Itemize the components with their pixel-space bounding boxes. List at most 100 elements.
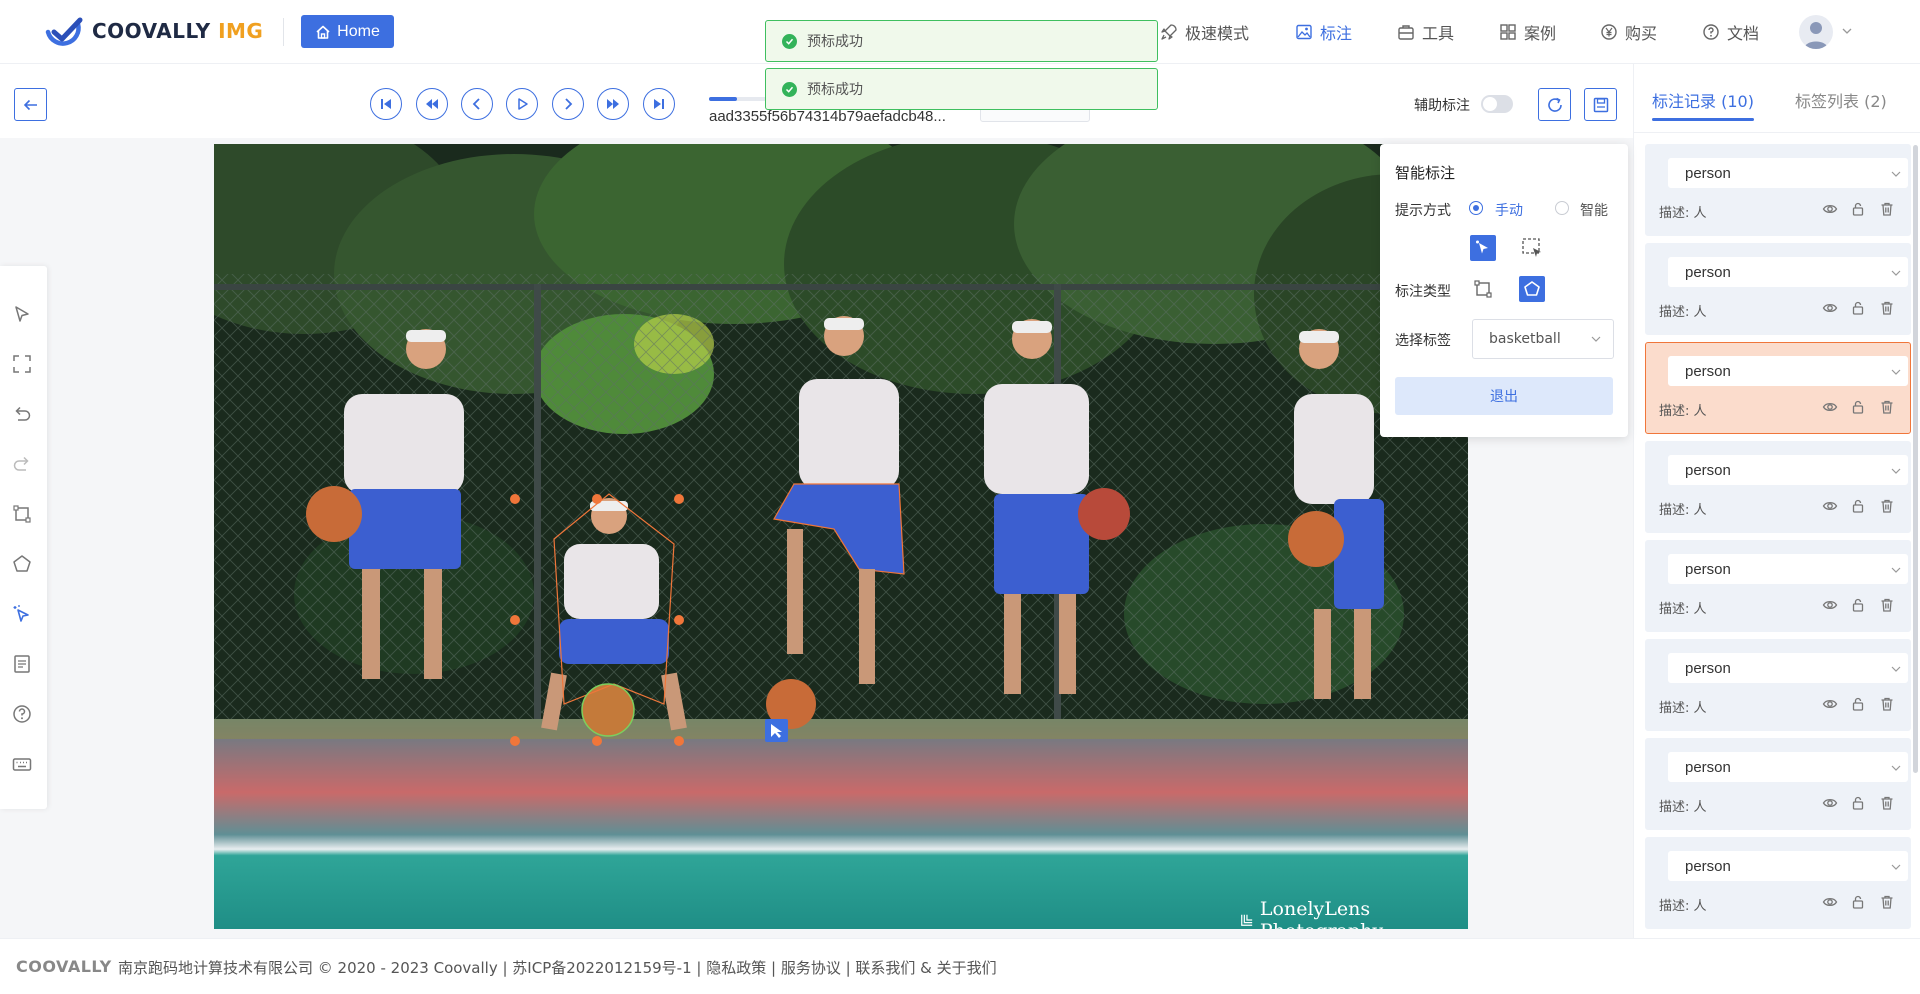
undo-icon	[15, 406, 31, 421]
arrow-left-icon	[23, 99, 37, 110]
polygon-tool[interactable]	[10, 552, 34, 576]
record-label-select[interactable]: person	[1668, 851, 1908, 881]
next-button[interactable]	[552, 88, 584, 120]
select-tool[interactable]	[10, 302, 34, 326]
lock-icon[interactable]	[1850, 201, 1866, 217]
brand-logo[interactable]: COOVALLY IMG	[44, 14, 263, 48]
record-label-select[interactable]: person	[1668, 455, 1908, 485]
annotated-image[interactable]: LonelyLens Photography	[214, 144, 1468, 929]
annotation-record-card[interactable]: person 描述: 人	[1645, 441, 1911, 533]
trash-icon[interactable]	[1879, 795, 1895, 811]
refresh-button[interactable]	[1538, 88, 1571, 121]
lock-icon[interactable]	[1850, 300, 1866, 316]
nav-tools[interactable]: 工具	[1397, 20, 1454, 44]
footer-text[interactable]: 南京跑码地计算技术有限公司 © 2020 - 2023 Coovally | 苏…	[118, 957, 997, 978]
record-label-select[interactable]: person	[1668, 653, 1908, 683]
point-prompt-tool[interactable]	[1470, 235, 1496, 261]
trash-icon[interactable]	[1879, 894, 1895, 910]
eye-icon[interactable]	[1822, 300, 1838, 316]
record-label-select[interactable]: person	[1668, 257, 1908, 287]
home-button[interactable]: Home	[301, 15, 394, 48]
undo-tool[interactable]	[10, 402, 34, 426]
nav-cases[interactable]: 案例	[1499, 20, 1556, 44]
tab-annotation-records[interactable]: 标注记录 (10)	[1652, 88, 1754, 112]
fit-screen-tool[interactable]	[10, 352, 34, 376]
page-footer: COOVALLY 南京跑码地计算技术有限公司 © 2020 - 2023 Coo…	[0, 938, 1920, 994]
record-label-select[interactable]: person	[1668, 158, 1908, 188]
user-icon	[1804, 22, 1828, 49]
bbox-type-tool[interactable]	[1470, 276, 1496, 302]
tab-label-list[interactable]: 标签列表 (2)	[1795, 88, 1887, 112]
box-prompt-tool[interactable]	[1519, 235, 1545, 261]
polygon-type-tool[interactable]	[1519, 276, 1545, 302]
first-frame-button[interactable]	[370, 88, 402, 120]
fast-forward-button[interactable]	[597, 88, 629, 120]
lock-icon[interactable]	[1850, 498, 1866, 514]
chevron-left-icon	[472, 98, 480, 110]
record-label-select[interactable]: person	[1668, 554, 1908, 584]
polygon-icon	[1524, 281, 1540, 296]
last-frame-button[interactable]	[643, 88, 675, 120]
record-label-select[interactable]: person	[1668, 356, 1908, 386]
annotation-record-card[interactable]: person 描述: 人	[1645, 738, 1911, 830]
annotation-record-card[interactable]: person 描述: 人	[1645, 342, 1911, 434]
lock-icon[interactable]	[1850, 597, 1866, 613]
user-avatar[interactable]	[1799, 15, 1833, 49]
previous-button[interactable]	[461, 88, 493, 120]
lock-icon[interactable]	[1850, 795, 1866, 811]
eye-icon[interactable]	[1822, 498, 1838, 514]
tag-select[interactable]: basketball	[1472, 319, 1614, 359]
record-label-select[interactable]: person	[1668, 752, 1908, 782]
nav-annotate[interactable]: 标注	[1295, 20, 1352, 44]
eye-icon[interactable]	[1822, 795, 1838, 811]
prompt-manual-label[interactable]: 手动	[1495, 200, 1523, 220]
scene-illustration	[214, 144, 1468, 929]
chevron-down-icon	[1591, 336, 1601, 342]
back-button[interactable]	[14, 88, 47, 121]
grid-icon	[1500, 24, 1516, 40]
eye-icon[interactable]	[1822, 894, 1838, 910]
annotation-record-card[interactable]: person 描述: 人	[1645, 243, 1911, 335]
shortcuts-tool[interactable]	[10, 752, 34, 776]
save-button[interactable]	[1584, 88, 1617, 121]
trash-icon[interactable]	[1879, 300, 1895, 316]
lock-icon[interactable]	[1850, 399, 1866, 415]
smart-annotate-tool[interactable]	[10, 602, 34, 626]
eye-icon[interactable]	[1822, 201, 1838, 217]
lock-icon[interactable]	[1850, 894, 1866, 910]
nav-buy[interactable]: 购买	[1600, 20, 1657, 44]
trash-icon[interactable]	[1879, 696, 1895, 712]
trash-icon[interactable]	[1879, 498, 1895, 514]
rectangle-tool[interactable]	[10, 502, 34, 526]
exit-smart-button[interactable]: 退出	[1395, 377, 1613, 415]
trash-icon[interactable]	[1879, 201, 1895, 217]
bounding-box-icon	[1474, 280, 1492, 298]
annotation-record-card[interactable]: person 描述: 人	[1645, 540, 1911, 632]
record-list-scrollbar[interactable]	[1913, 145, 1918, 773]
notes-tool[interactable]	[10, 652, 34, 676]
annotation-record-card[interactable]: person 描述: 人	[1645, 639, 1911, 731]
help-tool[interactable]	[10, 702, 34, 726]
nav-label: 案例	[1524, 24, 1557, 43]
prompt-smart-radio[interactable]	[1555, 201, 1569, 215]
nav-speed-mode[interactable]: 极速模式	[1160, 20, 1249, 44]
help-icon	[1703, 24, 1719, 40]
chevron-down-icon[interactable]	[1842, 27, 1852, 35]
nav-docs[interactable]: 文档	[1702, 20, 1759, 44]
eye-icon[interactable]	[1822, 696, 1838, 712]
assist-annotation-toggle[interactable]	[1481, 95, 1513, 113]
lock-icon[interactable]	[1850, 696, 1866, 712]
eye-icon[interactable]	[1822, 399, 1838, 415]
redo-tool[interactable]	[10, 452, 34, 476]
chevron-down-icon	[1891, 864, 1901, 870]
prompt-smart-label[interactable]: 智能	[1580, 200, 1608, 220]
eye-icon[interactable]	[1822, 597, 1838, 613]
trash-icon[interactable]	[1879, 399, 1895, 415]
rewind-button[interactable]	[416, 88, 448, 120]
annotation-record-card[interactable]: person 描述: 人	[1645, 837, 1911, 929]
prompt-manual-radio[interactable]	[1469, 201, 1483, 215]
trash-icon[interactable]	[1879, 597, 1895, 613]
play-button[interactable]	[506, 88, 538, 120]
nav-label: 标注	[1320, 24, 1353, 43]
annotation-record-card[interactable]: person 描述: 人	[1645, 144, 1911, 236]
